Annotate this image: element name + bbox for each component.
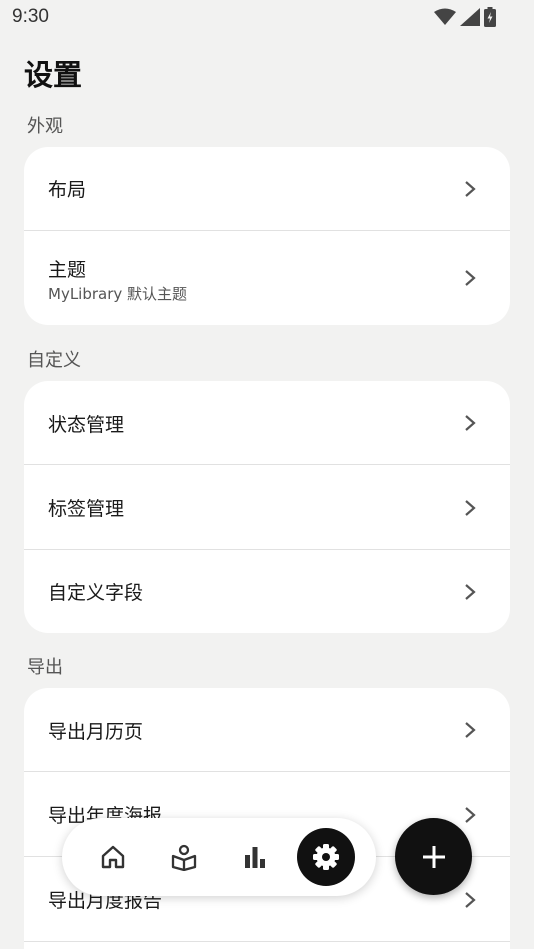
settings-item-layout[interactable]: 布局: [24, 147, 510, 231]
nav-home[interactable]: [85, 829, 141, 885]
section-label-customize: 自定义: [27, 350, 81, 371]
add-button[interactable]: [395, 818, 472, 895]
chevron-right-icon: [465, 181, 476, 197]
settings-item-status-management[interactable]: 状态管理: [24, 381, 510, 465]
nav-reading[interactable]: [156, 829, 212, 885]
chevron-right-icon: [465, 584, 476, 600]
settings-item-label: 导出月历页: [48, 721, 144, 743]
nav-stats[interactable]: [227, 829, 283, 885]
card-customize: 状态管理 标签管理 自定义字段: [24, 381, 510, 633]
settings-item-theme[interactable]: 主题 MyLibrary 默认主题: [24, 231, 510, 325]
reading-icon: [171, 844, 197, 871]
wifi-icon: [434, 8, 456, 25]
plus-icon: [422, 845, 445, 868]
settings-item-export-calendar[interactable]: 导出月历页: [24, 688, 510, 772]
settings-item-subtitle: MyLibrary 默认主题: [48, 285, 188, 303]
bottom-nav: [62, 818, 376, 896]
nav-settings[interactable]: [297, 828, 355, 886]
home-icon: [101, 845, 125, 869]
settings-item-label: 标签管理: [48, 498, 125, 520]
settings-item-label: 布局: [48, 179, 87, 201]
chevron-right-icon: [465, 270, 476, 286]
settings-item-label: 自定义字段: [48, 582, 144, 604]
signal-icon: [460, 8, 480, 26]
battery-icon: [484, 7, 496, 27]
card-appearance: 布局 主题 MyLibrary 默认主题: [24, 147, 510, 325]
section-label-export: 导出: [27, 657, 63, 678]
stats-icon: [245, 847, 265, 868]
chevron-right-icon: [465, 892, 476, 908]
status-bar: 9:30: [0, 0, 534, 36]
page-title: 设置: [24, 58, 83, 92]
settings-item-label: 主题: [48, 259, 87, 281]
settings-icon: [313, 844, 339, 870]
chevron-right-icon: [465, 807, 476, 823]
status-time: 9:30: [12, 6, 49, 27]
chevron-right-icon: [465, 415, 476, 431]
settings-item-tag-management[interactable]: 标签管理: [24, 465, 510, 550]
chevron-right-icon: [465, 722, 476, 738]
settings-item-label: 状态管理: [48, 414, 125, 436]
section-label-appearance: 外观: [27, 116, 63, 137]
settings-item-custom-fields[interactable]: 自定义字段: [24, 550, 510, 633]
status-icons: [434, 7, 496, 27]
chevron-right-icon: [465, 500, 476, 516]
